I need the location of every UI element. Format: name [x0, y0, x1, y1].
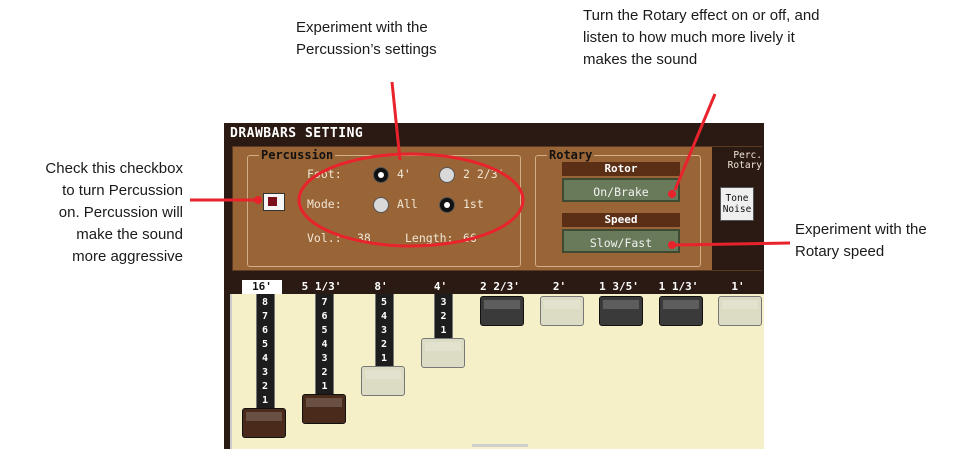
drawbar-scale-number: 3	[261, 367, 269, 378]
callout-line: Experiment with the	[795, 221, 927, 238]
drawbar-scale-numbers: 7 6 5 4 3 2 1	[316, 296, 333, 394]
callout-line: makes the sound	[583, 51, 698, 68]
drawbar-rail: 8 7 6 5 4 3 2 1	[255, 294, 275, 414]
drawbar-handle[interactable]	[718, 296, 762, 326]
drawbar-scale-number: 2	[261, 381, 269, 392]
drawbar-handle[interactable]	[242, 408, 286, 438]
vol-value[interactable]: 38	[357, 231, 371, 245]
foot-option-2-2-3-label: 2 2/3'	[463, 167, 505, 181]
drawbar-scale-numbers: 5 4 3 2 1	[376, 296, 393, 366]
mode-option-all-label: All	[397, 197, 418, 211]
drawbar-rail: 3 2 1	[434, 294, 453, 344]
drawbar-footage-label: 1'	[731, 280, 745, 293]
drawbar-footage-label: 8'	[374, 280, 388, 293]
drawbar-scale-number: 4	[321, 339, 328, 350]
drawbar-handle[interactable]	[658, 296, 703, 326]
drawbar-scale-numbers: 8 7 6 5 4 3 2 1	[257, 296, 274, 408]
drawbar-footage-label: 16'	[242, 280, 282, 294]
callout-line: to turn Percussion	[62, 182, 183, 199]
perc-rotary-tab-area: Perc. Rotary Tone Noise	[712, 147, 762, 270]
percussion-checkbox[interactable]	[263, 193, 285, 211]
drawbar-rail: 7 6 5 4 3 2 1	[315, 294, 334, 400]
drawbar-scale-number: 8	[261, 297, 269, 308]
rotor-on-brake-button[interactable]: On/Brake	[562, 178, 680, 202]
drawbar-scale-number: 6	[261, 325, 269, 336]
callout-rotary-effect: Turn the Rotary effect on or off, and li…	[583, 5, 820, 71]
drawbar-handle[interactable]	[301, 394, 346, 424]
drawbar-scale-number: 2	[380, 339, 388, 350]
tone-noise-label-2: Noise	[722, 204, 752, 215]
callout-line: on. Percussion will	[58, 204, 183, 221]
drawbars-area: 8 7 6 5 4 3 2 1 7 6 5 4 3 2 1 5 4 3 2 1 3 2 1	[230, 294, 764, 449]
title-bar: DRAWBARS SETTING	[224, 123, 764, 143]
rotary-group-title: Rotary	[547, 148, 595, 162]
callout-line: listen to how much more lively it	[583, 29, 795, 46]
drawbar-handle[interactable]	[599, 296, 643, 326]
foot-option-4-label: 4'	[397, 167, 411, 181]
drawbar-scale-number: 2	[321, 367, 328, 378]
foot-label: Foot:	[307, 167, 342, 181]
drawbar-scale-number: 5	[380, 297, 388, 308]
foot-radio-2-2-3[interactable]	[439, 167, 455, 183]
drawbar-scale-number: 2	[440, 311, 447, 322]
drawbar-footage-label: 1 1/3'	[658, 280, 699, 293]
length-value[interactable]: 66	[463, 231, 477, 245]
foot-radio-4[interactable]	[373, 167, 389, 183]
mode-option-1st-label: 1st	[463, 197, 484, 211]
speed-header: Speed	[562, 213, 680, 227]
mode-label: Mode:	[307, 197, 342, 211]
drawbar-scale-number: 1	[321, 381, 328, 392]
drawbar-scale-number: 5	[321, 325, 328, 336]
callout-line: more aggressive	[72, 248, 183, 265]
drawbar-scale-number: 1	[261, 395, 269, 406]
drawbar-scale-number: 4	[380, 311, 388, 322]
scroll-indicator	[472, 444, 528, 447]
vol-label: Vol.:	[307, 231, 342, 245]
speed-slow-fast-button[interactable]: Slow/Fast	[562, 229, 680, 253]
drawbar-footage-label: 2'	[552, 280, 567, 293]
callout-line: make the sound	[76, 226, 183, 243]
drawbar-scale-number: 4	[261, 353, 269, 364]
callout-percussion-settings: Experiment with the Percussion’s setting…	[296, 17, 437, 61]
page-title: DRAWBARS SETTING	[230, 126, 364, 141]
callout-rotary-speed: Experiment with the Rotary speed	[795, 219, 927, 263]
length-label: Length:	[405, 231, 454, 245]
drawbar-scale-number: 5	[261, 339, 269, 350]
drawbar-scale-number: 3	[440, 297, 447, 308]
drawbar-scale-number: 1	[380, 353, 388, 364]
callout-line: Rotary speed	[795, 243, 885, 260]
drawbar-footage-label: 1 3/5'	[599, 280, 639, 293]
settings-area: Percussion Foot: 4' 2 2/3' Mode: All 1st…	[226, 143, 762, 272]
drawbar-handle[interactable]	[539, 296, 584, 326]
tone-noise-label-1: Tone	[725, 193, 749, 204]
tone-noise-tab[interactable]: Tone Noise	[720, 187, 754, 221]
percussion-group-title: Percussion	[259, 148, 336, 162]
rotor-header: Rotor	[562, 162, 680, 176]
drawbar-handle[interactable]	[361, 366, 405, 396]
drawbar-scale-numbers: 3 2 1	[435, 296, 452, 338]
callout-line: Check this checkbox	[45, 160, 183, 177]
drawbars-setting-screen: DRAWBARS SETTING Percussion Foot: 4' 2 2…	[224, 123, 764, 449]
drawbar-footage-label: 2 2/3'	[480, 280, 520, 293]
drawbar-scale-number: 1	[440, 325, 447, 336]
drawbar-rail: 5 4 3 2 1	[374, 294, 394, 372]
callout-checkbox: Check this checkbox to turn Percussion o…	[0, 158, 183, 268]
drawbar-footage-label: 4'	[433, 280, 448, 293]
drawbar-scale-number: 7	[321, 297, 328, 308]
callout-line: Experiment with the	[296, 19, 428, 36]
drawbar-scale-number: 6	[321, 311, 328, 322]
callout-line: Percussion’s settings	[296, 41, 437, 58]
callout-line: Turn the Rotary effect on or off, and	[583, 7, 820, 24]
drawbar-footage-label: 5 1/3'	[301, 280, 342, 293]
mode-radio-all[interactable]	[373, 197, 389, 213]
drawbar-scale-number: 7	[261, 311, 269, 322]
settings-panel: Percussion Foot: 4' 2 2/3' Mode: All 1st…	[232, 146, 762, 271]
drawbar-scale-number: 3	[380, 325, 388, 336]
drawbar-scale-number: 3	[321, 353, 328, 364]
perc-rotary-tab-label-2: Rotary	[727, 160, 762, 171]
drawbar-handle[interactable]	[420, 338, 465, 368]
mode-radio-1st[interactable]	[439, 197, 455, 213]
drawbar-handle[interactable]	[480, 296, 524, 326]
